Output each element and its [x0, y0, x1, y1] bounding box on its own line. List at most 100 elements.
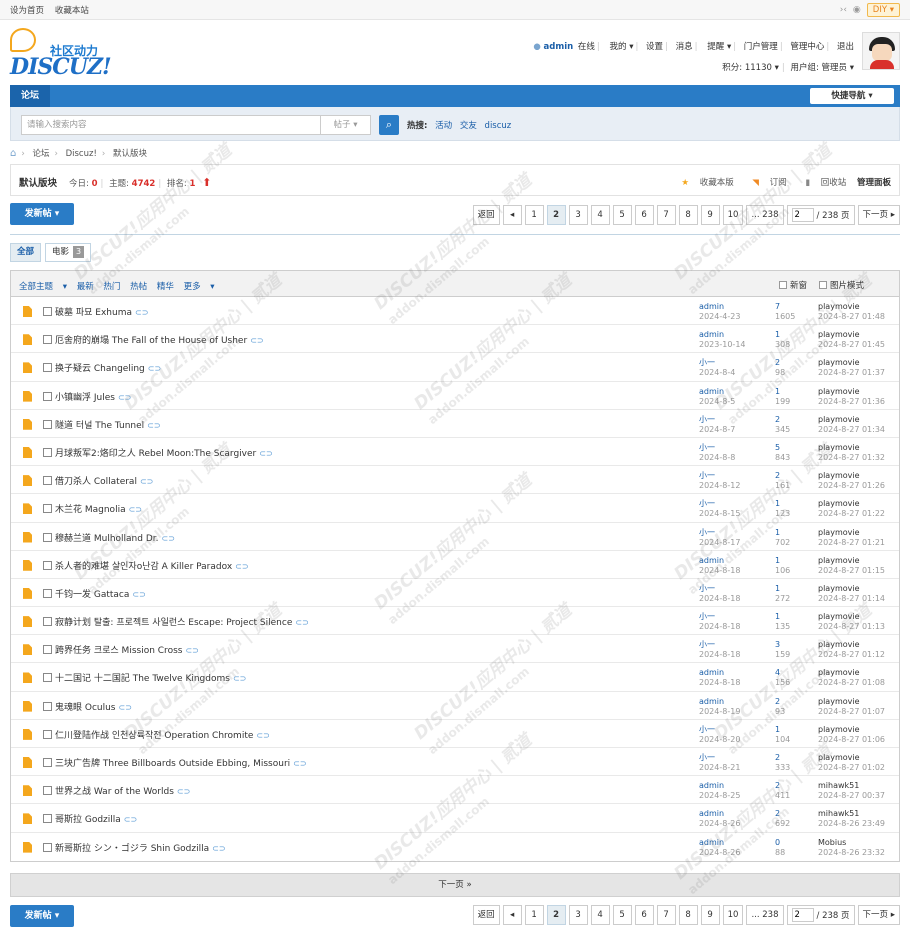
set-home-link[interactable]: 设为首页: [10, 6, 44, 16]
thread-checkbox[interactable]: [43, 842, 52, 852]
reply-count[interactable]: 2: [775, 697, 780, 706]
author-link[interactable]: 小一: [699, 753, 715, 762]
author-link[interactable]: 小一: [699, 528, 715, 537]
link-icon[interactable]: ⊂⊃: [233, 674, 246, 683]
link-icon[interactable]: ⊂⊃: [124, 815, 137, 824]
reply-count[interactable]: 1: [775, 499, 780, 508]
last-post-time[interactable]: 2024-8-27 01:32: [818, 453, 885, 463]
page-link[interactable]: 5: [612, 205, 632, 225]
hot-search-link[interactable]: 活动: [435, 121, 452, 131]
recycle-bin-link[interactable]: ▮ 回收站: [797, 178, 846, 188]
thread-checkbox[interactable]: [43, 307, 52, 316]
page-link[interactable]: 7: [656, 205, 676, 225]
pager-back-button[interactable]: 返回: [472, 205, 500, 225]
link-icon[interactable]: ⊂⊃: [185, 646, 198, 655]
filter-hot[interactable]: 热帖: [130, 282, 147, 292]
last-poster-link[interactable]: playmovie: [818, 302, 860, 311]
thread-checkbox[interactable]: [43, 673, 52, 683]
last-poster-link[interactable]: mihawk51: [818, 781, 859, 790]
link-icon[interactable]: ⊂⊃: [177, 787, 190, 796]
author-link[interactable]: 小一: [699, 584, 715, 593]
page-link[interactable]: 9: [700, 205, 720, 225]
last-poster-link[interactable]: mihawk51: [818, 809, 859, 818]
thread-title-link[interactable]: 寂静计划 탈출: 프로젝트 사일런스 Escape: Project Silen…: [55, 618, 292, 628]
thread-title-link[interactable]: 千钧一发 Gattaca: [55, 590, 129, 600]
last-poster-link[interactable]: playmovie: [818, 612, 860, 621]
pager-prev-button[interactable]: ◂: [502, 205, 522, 225]
thread-checkbox[interactable]: [43, 645, 52, 655]
hot-search-link[interactable]: discuz: [485, 121, 512, 131]
file-icon[interactable]: [23, 475, 32, 487]
thread-title-link[interactable]: 三块广告牌 Three Billboards Outside Ebbing, M…: [55, 759, 290, 769]
reply-count[interactable]: 2: [775, 781, 780, 790]
reply-count[interactable]: 1: [775, 612, 780, 621]
link-icon[interactable]: ⊂⊃: [259, 449, 272, 458]
reply-count[interactable]: 5: [775, 443, 780, 452]
new-post-button[interactable]: 发新帖 ▾: [10, 203, 74, 225]
nav-item-forum[interactable]: 论坛: [10, 85, 50, 107]
author-link[interactable]: admin: [699, 838, 724, 847]
reply-count[interactable]: 1: [775, 330, 780, 339]
page-link[interactable]: 7: [656, 905, 676, 925]
thread-checkbox[interactable]: [43, 363, 52, 373]
last-post-time[interactable]: 2024-8-27 01:26: [818, 481, 885, 491]
author-link[interactable]: 小一: [699, 443, 715, 452]
diy-button[interactable]: DIY ▾: [866, 2, 900, 17]
thread-title-link[interactable]: 破墓 파묘 Exhuma: [55, 308, 132, 318]
breadcrumb-item[interactable]: 论坛: [32, 149, 49, 159]
file-icon[interactable]: [23, 503, 32, 515]
last-post-time[interactable]: 2024-8-27 01:06: [818, 735, 885, 745]
link-icon[interactable]: ⊂⊃: [293, 759, 306, 768]
last-post-time[interactable]: 2024-8-27 01:12: [818, 650, 885, 660]
author-link[interactable]: 小一: [699, 725, 715, 734]
thread-checkbox[interactable]: [43, 758, 52, 767]
file-icon[interactable]: [23, 587, 32, 599]
subscribe-link[interactable]: ◥ 订阅: [744, 178, 786, 188]
reply-count[interactable]: 1: [775, 556, 780, 565]
page-link[interactable]: ... 238: [746, 205, 784, 225]
link-icon[interactable]: ⊂⊃: [140, 477, 153, 486]
thread-title-link[interactable]: 新哥斯拉 シン・ゴジラ Shin Godzilla: [55, 844, 209, 854]
thread-title-link[interactable]: 鬼魂眼 Oculus: [55, 703, 116, 713]
reply-count[interactable]: 1: [775, 584, 780, 593]
site-logo[interactable]: 社区动力 DISCUZ!: [10, 28, 112, 80]
file-icon[interactable]: [23, 446, 32, 458]
last-poster-link[interactable]: playmovie: [818, 330, 860, 339]
link-icon[interactable]: ⊂⊃: [118, 393, 131, 402]
settings-link[interactable]: 设置: [646, 42, 663, 52]
new-window-checkbox[interactable]: [779, 281, 787, 289]
thread-title-link[interactable]: 跨界任务 크로스 Mission Cross: [55, 646, 182, 656]
author-link[interactable]: 小一: [699, 415, 715, 424]
reply-count[interactable]: 2: [775, 471, 780, 480]
last-poster-link[interactable]: playmovie: [818, 443, 860, 452]
reply-count[interactable]: 2: [775, 358, 780, 367]
author-link[interactable]: 小一: [699, 612, 715, 621]
tab-all[interactable]: 全部: [10, 243, 42, 262]
link-icon[interactable]: ⊂⊃: [235, 562, 248, 571]
thread-checkbox[interactable]: [43, 617, 52, 627]
last-poster-link[interactable]: playmovie: [818, 668, 860, 677]
author-link[interactable]: admin: [699, 781, 724, 790]
image-mode-toggle[interactable]: 图片模式: [819, 279, 864, 291]
tab-movie[interactable]: 电影 3: [45, 243, 92, 262]
file-icon[interactable]: [23, 841, 32, 853]
author-link[interactable]: 小一: [699, 640, 715, 649]
filter-all-topics[interactable]: 全部主题 ▾: [19, 282, 67, 292]
thread-checkbox[interactable]: [43, 560, 52, 570]
last-poster-link[interactable]: playmovie: [818, 584, 860, 593]
last-post-time[interactable]: 2024-8-27 01:22: [818, 509, 885, 519]
link-icon[interactable]: ⊂⊃: [212, 844, 225, 853]
file-icon[interactable]: [23, 334, 32, 346]
last-post-time[interactable]: 2024-8-27 01:36: [818, 397, 885, 407]
file-icon[interactable]: [23, 362, 32, 374]
page-link[interactable]: 2: [546, 205, 566, 225]
author-link[interactable]: admin: [699, 387, 724, 396]
link-icon[interactable]: ⊂⊃: [129, 505, 142, 514]
last-poster-link[interactable]: playmovie: [818, 725, 860, 734]
pager-next-button[interactable]: 下一页 ▸: [857, 205, 900, 225]
file-icon[interactable]: [23, 700, 32, 712]
last-poster-link[interactable]: playmovie: [818, 387, 860, 396]
pager-prev-button[interactable]: ◂: [502, 905, 522, 925]
last-post-time[interactable]: 2024-8-27 01:14: [818, 594, 885, 604]
link-icon[interactable]: ⊂⊃: [256, 731, 269, 740]
